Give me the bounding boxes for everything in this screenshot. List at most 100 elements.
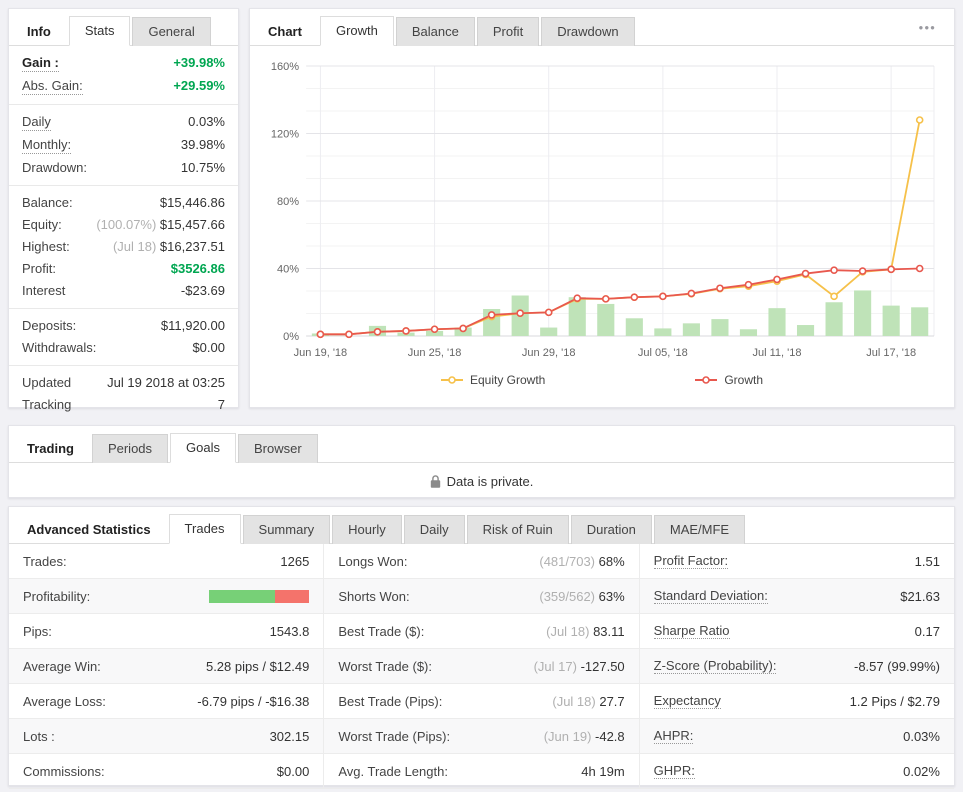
stat-value: (Jul 18) 83.11 — [546, 623, 625, 639]
daily-bar[interactable] — [825, 302, 843, 336]
info-row-equity: Equity: (100.07%) $15,457.66 — [9, 214, 238, 236]
stat-label: Withdrawals: — [22, 340, 97, 355]
stats-tab-trades[interactable]: Trades — [168, 514, 241, 544]
y-axis-tick-label: 160% — [271, 61, 299, 73]
growth-marker[interactable] — [801, 269, 810, 278]
equity-growth-marker[interactable] — [915, 116, 924, 124]
growth-marker[interactable] — [630, 293, 639, 301]
stats-tab-mae-mfe[interactable]: MAE/MFE — [653, 515, 746, 544]
equity-growth-marker[interactable] — [830, 292, 838, 301]
table-row-commissions: Commissions: $0.00 — [9, 754, 324, 789]
legend-label: Growth — [724, 373, 764, 387]
ellipsis-menu-icon[interactable]: ●●● — [919, 23, 945, 38]
growth-marker[interactable] — [744, 280, 753, 289]
growth-marker[interactable] — [773, 275, 781, 284]
stat-label[interactable]: AHPR: — [653, 728, 694, 744]
daily-bar[interactable] — [540, 327, 558, 336]
x-axis-tick-label: Jul 05, '18 — [638, 347, 688, 359]
table-row-profit-factor: Profit Factor: 1.51 — [639, 544, 954, 579]
growth-marker[interactable] — [858, 267, 867, 275]
stats-tab-hourly[interactable]: Hourly — [332, 515, 402, 544]
growth-marker[interactable] — [687, 289, 696, 298]
stat-value: (Jul 18) $16,237.51 — [112, 239, 225, 254]
stats-tab-summary[interactable]: Summary — [242, 515, 331, 544]
growth-marker[interactable] — [430, 325, 439, 334]
info-tab-info: Info — [27, 24, 51, 39]
growth-marker[interactable] — [887, 265, 895, 274]
info-row-updated: Updated Jul 19 2018 at 03:25 — [9, 372, 238, 394]
stat-value: 7 — [217, 397, 225, 412]
growth-marker[interactable] — [373, 327, 382, 336]
info-tab-stats[interactable]: Stats — [68, 16, 131, 46]
daily-bar[interactable] — [654, 328, 672, 336]
daily-bar[interactable] — [911, 307, 929, 336]
stat-value: (Jun 19) -42.8 — [543, 728, 625, 744]
growth-marker[interactable] — [459, 324, 467, 333]
daily-bar[interactable] — [796, 325, 815, 336]
table-row-trades: Trades: 1265 — [9, 544, 324, 579]
stat-label: Worst Trade (Pips): — [338, 728, 451, 744]
chart-tab-balance[interactable]: Balance — [395, 17, 475, 46]
growth-marker[interactable] — [716, 284, 724, 293]
growth-marker[interactable] — [544, 308, 553, 317]
stats-column-1: Trades: 1265 Profitability: Pips: 1543.8 Aver… — [9, 544, 324, 789]
trading-tab-periods[interactable]: Periods — [91, 434, 169, 463]
info-panel: Info Stats General Gain : +39.98% Abs. Gain:… — [8, 8, 239, 412]
daily-bar[interactable] — [882, 305, 900, 336]
table-row-shorts-won: Shorts Won: (359/562) 63% — [324, 579, 639, 614]
growth-chart-svg[interactable]: 0% 40% 80% 120% 160% Jun 19, '18 Jun 25, '18 Ju… — [256, 54, 948, 366]
daily-bar[interactable] — [597, 303, 615, 336]
stat-label: Longs Won: — [338, 553, 408, 569]
info-row-tracking: Tracking 7 — [9, 394, 238, 416]
stats-tab-daily[interactable]: Daily — [403, 515, 465, 544]
stat-label: Daily — [22, 114, 51, 131]
trading-tab-browser[interactable]: Browser — [238, 434, 318, 463]
stat-label: Balance: — [22, 195, 73, 210]
growth-marker[interactable] — [402, 327, 410, 335]
daily-bar[interactable] — [768, 308, 786, 336]
growth-marker[interactable] — [487, 311, 496, 319]
growth-marker[interactable] — [601, 295, 610, 303]
growth-marker[interactable] — [316, 330, 325, 339]
stats-tab-duration[interactable]: Duration — [570, 515, 652, 544]
chart-tab-drawdown[interactable]: Drawdown — [541, 17, 635, 46]
daily-bar[interactable] — [739, 329, 758, 336]
legend-item-growth[interactable]: Growth — [695, 373, 763, 387]
stat-label: Average Win: — [23, 658, 101, 674]
stat-value: 1543.8 — [269, 623, 310, 639]
stat-label[interactable]: Standard Deviation: — [653, 588, 768, 604]
growth-marker[interactable] — [659, 292, 667, 301]
daily-bar[interactable] — [711, 319, 729, 336]
stat-label[interactable]: Profit Factor: — [653, 553, 729, 569]
advanced-statistics-table: Trades: 1265 Profitability: Pips: 1543.8 Aver… — [9, 544, 954, 789]
stat-value: 10.75% — [180, 160, 225, 175]
stat-label[interactable]: Sharpe Ratio — [653, 623, 730, 639]
info-row-monthly: Monthly: 39.98% — [9, 134, 238, 157]
table-row-z-score-probability: Z-Score (Probability): -8.57 (99.99%) — [639, 649, 954, 684]
growth-marker[interactable] — [915, 264, 924, 273]
info-tab-general[interactable]: General — [132, 17, 211, 46]
stat-value: $21.63 — [900, 588, 940, 604]
stat-label[interactable]: Expectancy — [653, 693, 721, 709]
chart-tab-growth[interactable]: Growth — [319, 16, 394, 46]
trading-tab-goals[interactable]: Goals — [170, 433, 236, 463]
equity-growth-line[interactable] — [320, 119, 921, 336]
chart-tab-profit[interactable]: Profit — [476, 17, 540, 46]
chart-legend: Equity Growth Growth — [256, 373, 948, 387]
stat-label[interactable]: Z-Score (Probability): — [653, 658, 777, 674]
daily-bar[interactable] — [854, 290, 872, 336]
growth-marker[interactable] — [830, 266, 838, 274]
stats-tab-risk-of-ruin[interactable]: Risk of Ruin — [466, 515, 569, 544]
divider — [9, 308, 238, 309]
daily-bar[interactable] — [625, 318, 643, 336]
growth-marker[interactable] — [573, 294, 582, 302]
private-data-text: Data is private. — [446, 474, 534, 489]
daily-bar[interactable] — [682, 323, 700, 336]
growth-marker[interactable] — [345, 330, 353, 339]
daily-bar[interactable] — [568, 297, 586, 336]
legend-item-equity-growth[interactable]: Equity Growth — [440, 373, 545, 387]
info-row-highest: Highest: (Jul 18) $16,237.51 — [9, 236, 238, 258]
growth-marker[interactable] — [516, 309, 524, 318]
stat-value: (100.07%) $15,457.66 — [96, 217, 225, 232]
stat-label[interactable]: GHPR: — [653, 763, 695, 779]
